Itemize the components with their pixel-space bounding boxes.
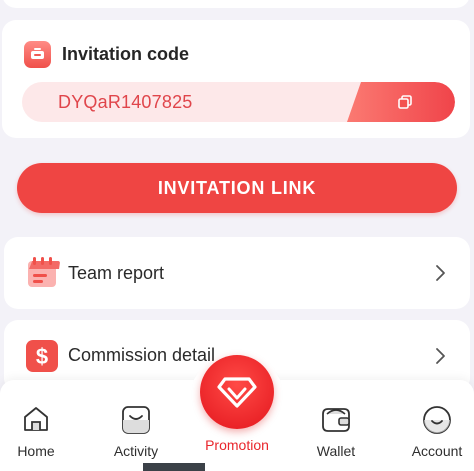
menu-item-team-report[interactable]: Team report: [4, 237, 470, 309]
nav-home[interactable]: Home: [0, 380, 81, 471]
nav-account-label: Account: [411, 443, 463, 459]
nav-activity[interactable]: Activity: [91, 380, 181, 471]
nav-wallet-label: Wallet: [316, 443, 356, 459]
chevron-right-icon: [436, 265, 445, 281]
dollar-icon: $: [26, 340, 58, 372]
invitation-code-title: Invitation code: [62, 43, 190, 64]
nav-promotion-label[interactable]: Promotion: [187, 437, 287, 453]
nav-activity-label: Activity: [113, 443, 159, 459]
diamond-icon: [217, 377, 257, 408]
nav-home-label: Home: [17, 443, 55, 459]
svg-text:$: $: [36, 344, 48, 369]
nav-account[interactable]: Account: [392, 380, 474, 471]
nav-wallet[interactable]: Wallet: [291, 380, 381, 471]
invitation-header: Invitation code: [24, 40, 189, 68]
invitation-code-value: DYQaR1407825: [58, 92, 193, 112]
wallet-icon: [322, 408, 350, 432]
invitation-code-card: Invitation code DYQaR1407825: [2, 20, 470, 138]
invitation-box-icon: [24, 40, 51, 68]
copy-icon: [398, 95, 412, 109]
invitation-link-button[interactable]: INVITATION LINK: [17, 163, 457, 213]
top-card-edge: [2, 0, 470, 8]
copy-code-button[interactable]: [347, 82, 455, 122]
invitation-code-field: DYQaR1407825: [22, 82, 455, 122]
team-report-label: Team report: [68, 263, 165, 283]
system-home-indicator: [143, 463, 205, 471]
nav-promotion-button[interactable]: [200, 355, 274, 429]
account-icon: [423, 406, 451, 434]
calendar-icon: [28, 257, 60, 287]
chevron-right-icon: [436, 348, 445, 364]
home-icon: [24, 407, 48, 431]
activity-icon: [122, 406, 150, 434]
